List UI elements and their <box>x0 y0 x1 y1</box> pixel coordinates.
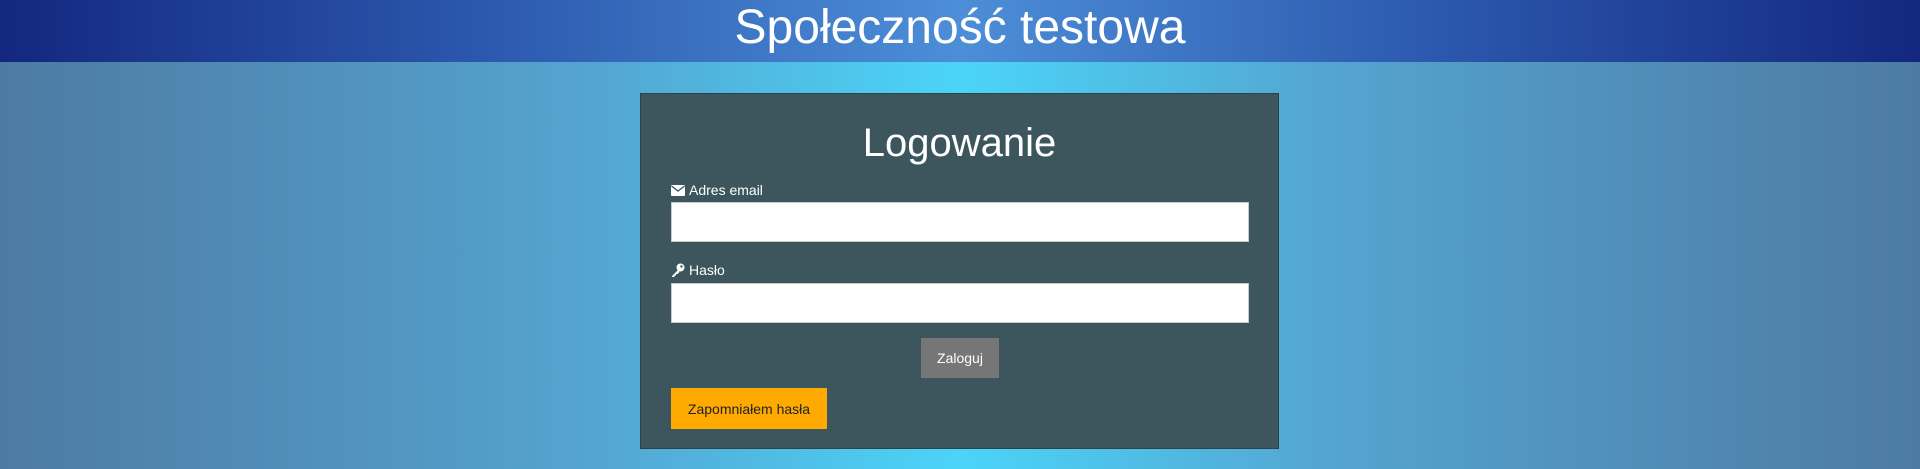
login-panel: Logowanie Adres email Hasło Zaloguj Zapo… <box>640 93 1279 449</box>
site-title: Społeczność testowa <box>734 1 1186 54</box>
password-label: Hasło <box>689 262 725 278</box>
password-label-row: Hasło <box>671 262 725 278</box>
site-header: Społeczność testowa <box>0 0 1920 62</box>
login-title: Logowanie <box>862 121 1057 165</box>
email-label-row: Adres email <box>671 182 763 198</box>
login-button[interactable]: Zaloguj <box>921 338 999 378</box>
password-field[interactable] <box>671 283 1249 323</box>
key-icon <box>671 263 685 277</box>
envelope-icon <box>671 183 685 197</box>
forgot-password-button[interactable]: Zapomniałem hasła <box>671 388 827 429</box>
email-field[interactable] <box>671 202 1249 242</box>
email-label: Adres email <box>689 182 763 198</box>
